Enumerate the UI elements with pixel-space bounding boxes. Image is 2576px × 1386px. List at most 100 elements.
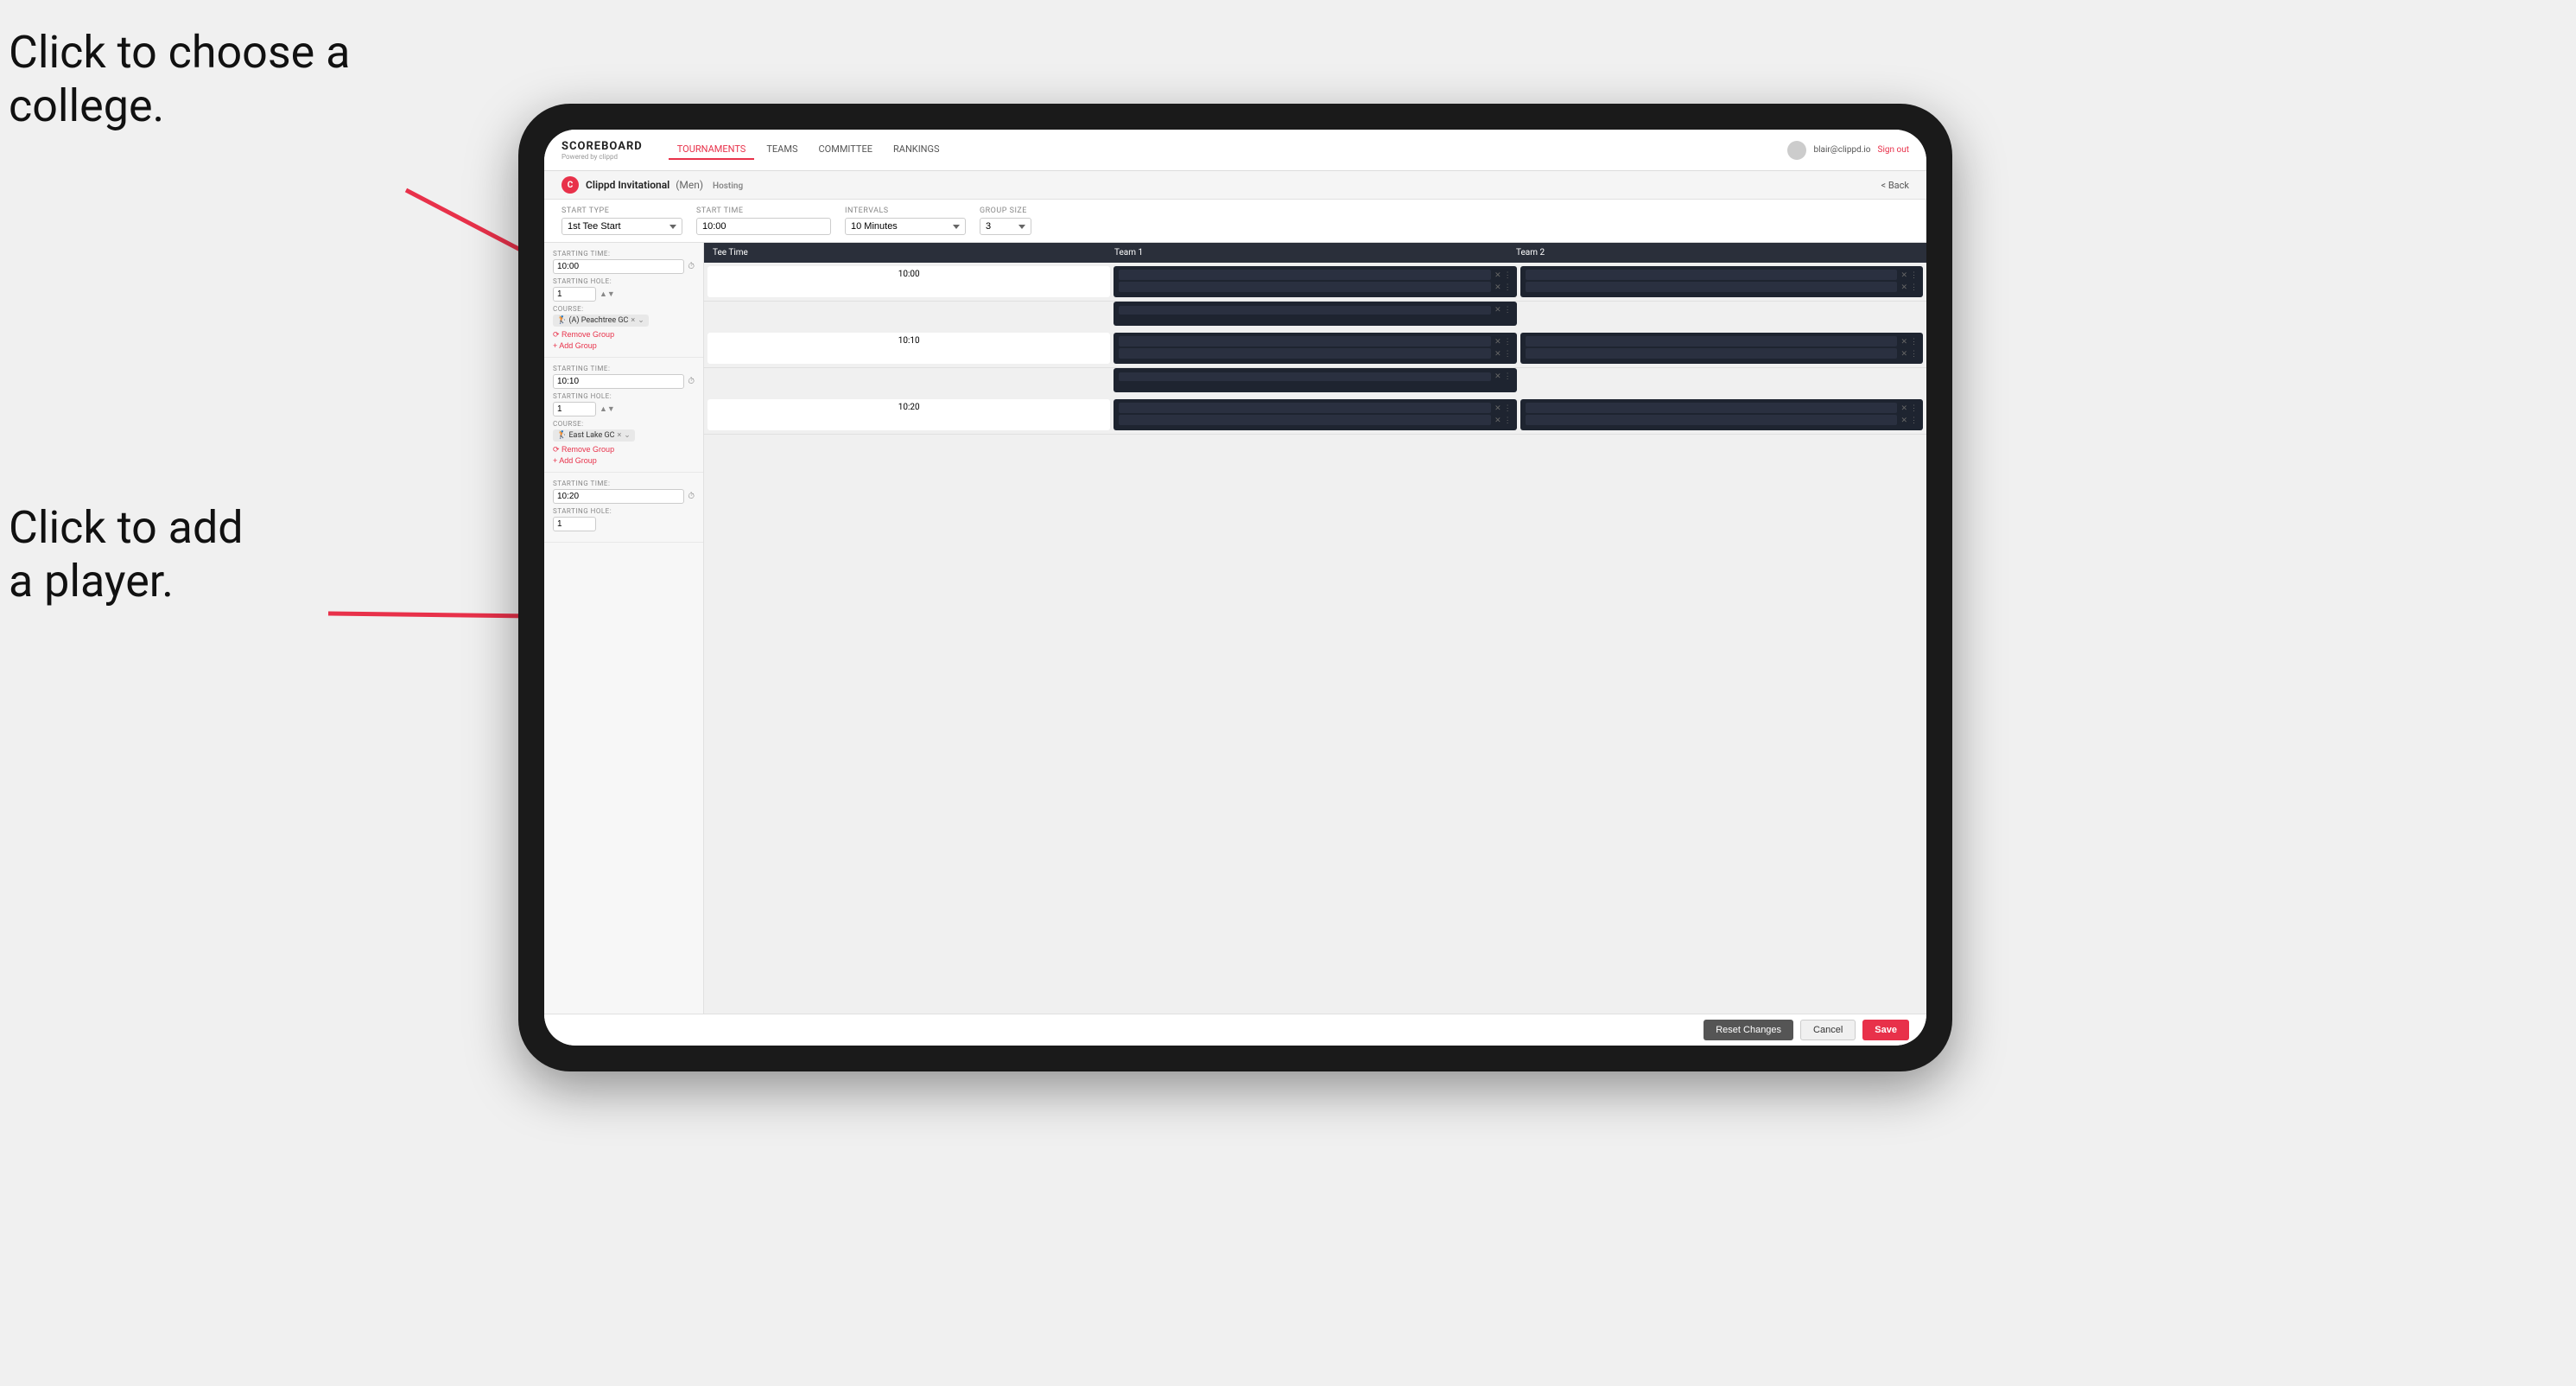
- team2-cell-3[interactable]: ✕ ⋮ ✕ ⋮: [1520, 399, 1923, 430]
- more-course-1[interactable]: ⋮: [1504, 305, 1512, 315]
- team2-cell-1[interactable]: ✕ ⋮ ✕ ⋮: [1520, 266, 1923, 297]
- player-slot-3c[interactable]: [1526, 403, 1898, 413]
- more-1b[interactable]: ⋮: [1504, 283, 1512, 292]
- tournament-name: Clippd Invitational (Men) Hosting: [586, 179, 743, 191]
- start-time-label: Start Time: [696, 207, 831, 215]
- team2-cell-2[interactable]: ✕ ⋮ ✕ ⋮: [1520, 333, 1923, 364]
- start-type-select[interactable]: 1st Tee Start Shotgun Start: [562, 218, 682, 235]
- edit-player-3d[interactable]: ✕: [1900, 416, 1907, 425]
- edit-player-3c[interactable]: ✕: [1900, 404, 1907, 413]
- more-1a[interactable]: ⋮: [1504, 270, 1512, 280]
- more-1d[interactable]: ⋮: [1910, 283, 1918, 292]
- edit-player-1d[interactable]: ✕: [1900, 283, 1907, 292]
- more-3c[interactable]: ⋮: [1910, 404, 1918, 413]
- nav-links: TOURNAMENTS TEAMS COMMITTEE RANKINGS: [669, 140, 1788, 160]
- more-2b[interactable]: ⋮: [1504, 349, 1512, 359]
- starting-time-input-2[interactable]: [553, 374, 684, 389]
- player-slot-3d[interactable]: [1526, 415, 1898, 425]
- starting-time-label-1: STARTING TIME:: [553, 250, 695, 257]
- more-3b[interactable]: ⋮: [1504, 416, 1512, 425]
- starting-time-input-1[interactable]: [553, 259, 684, 274]
- col-team2: Team 2: [1516, 248, 1918, 257]
- page-header: C Clippd Invitational (Men) Hosting < Ba…: [544, 171, 1926, 200]
- player-slot-1c[interactable]: [1526, 270, 1898, 280]
- schedule-group-1: STARTING TIME: ⏱ STARTING HOLE: ▲▼ COURS…: [544, 243, 703, 358]
- brand-title: SCOREBOARD: [562, 140, 643, 153]
- cancel-button[interactable]: Cancel: [1800, 1020, 1856, 1040]
- course-tag-2[interactable]: 🏌 East Lake GC × ⌄: [553, 429, 635, 442]
- sign-out-link[interactable]: Sign out: [1878, 145, 1909, 155]
- edit-player-1a[interactable]: ✕: [1494, 270, 1501, 280]
- course-expand-2[interactable]: ⌄: [624, 431, 631, 440]
- course-cell-1: ✕ ⋮: [1114, 302, 1516, 326]
- group-actions-1: ⟳ Remove Group + Add Group: [553, 330, 695, 350]
- player-slot-2c[interactable]: [1526, 336, 1898, 346]
- starting-hole-row-1: ▲▼: [553, 287, 695, 302]
- remove-course-1[interactable]: ×: [631, 316, 635, 325]
- tee-table-header: Tee Time Team 1 Team 2: [704, 243, 1926, 263]
- nav-teams[interactable]: TEAMS: [758, 140, 806, 160]
- edit-player-2c[interactable]: ✕: [1900, 337, 1907, 346]
- edit-player-1b[interactable]: ✕: [1494, 283, 1501, 292]
- add-group-btn-2[interactable]: + Add Group: [553, 456, 695, 465]
- more-3a[interactable]: ⋮: [1504, 404, 1512, 413]
- group-size-select[interactable]: 3 2 4: [980, 218, 1031, 235]
- starting-time-label-2: STARTING TIME:: [553, 365, 695, 372]
- time-icon-1: ⏱: [688, 262, 695, 271]
- starting-hole-label-2: STARTING HOLE:: [553, 392, 695, 400]
- player-slot-3a[interactable]: [1119, 403, 1491, 413]
- intervals-label: Intervals: [845, 207, 966, 215]
- remove-course-slot-1[interactable]: ✕: [1494, 305, 1501, 315]
- team1-cell-2[interactable]: ✕ ⋮ ✕ ⋮: [1114, 333, 1516, 364]
- player-slot-2a[interactable]: [1119, 336, 1491, 346]
- more-1c[interactable]: ⋮: [1910, 270, 1918, 280]
- player-slot-1b[interactable]: [1119, 282, 1491, 292]
- player-slot-3b[interactable]: [1119, 415, 1491, 425]
- edit-player-3b[interactable]: ✕: [1494, 416, 1501, 425]
- team1-cell-1[interactable]: ✕ ⋮ ✕ ⋮: [1114, 266, 1516, 297]
- intervals-select[interactable]: 10 Minutes 8 Minutes 12 Minutes: [845, 218, 966, 235]
- edit-player-3a[interactable]: ✕: [1494, 404, 1501, 413]
- remove-group-btn-2[interactable]: ⟳ Remove Group: [553, 445, 695, 455]
- edit-player-2d[interactable]: ✕: [1900, 349, 1907, 359]
- course-row-grid-1: ✕ ⋮: [704, 302, 1926, 329]
- player-slot-2b[interactable]: [1119, 348, 1491, 359]
- more-2d[interactable]: ⋮: [1910, 349, 1918, 359]
- start-type-label: Start Type: [562, 207, 682, 215]
- starting-hole-label-3: STARTING HOLE:: [553, 507, 695, 515]
- more-2c[interactable]: ⋮: [1910, 337, 1918, 346]
- remove-course-2[interactable]: ×: [617, 431, 621, 440]
- more-2a[interactable]: ⋮: [1504, 337, 1512, 346]
- team1-cell-3[interactable]: ✕ ⋮ ✕ ⋮: [1114, 399, 1516, 430]
- back-button[interactable]: < Back: [1881, 180, 1910, 191]
- more-3d[interactable]: ⋮: [1910, 416, 1918, 425]
- remove-course-slot-2[interactable]: ✕: [1494, 372, 1501, 381]
- nav-committee[interactable]: COMMITTEE: [809, 140, 881, 160]
- nav-tournaments[interactable]: TOURNAMENTS: [669, 140, 755, 160]
- nav-rankings[interactable]: RANKINGS: [885, 140, 949, 160]
- brand: SCOREBOARD Powered by clippd: [562, 140, 643, 161]
- bottom-bar: Reset Changes Cancel Save: [544, 1014, 1926, 1046]
- player-slot-1a[interactable]: [1119, 270, 1491, 280]
- remove-group-btn-1[interactable]: ⟳ Remove Group: [553, 330, 695, 340]
- player-slot-1d[interactable]: [1526, 282, 1898, 292]
- start-time-input[interactable]: [696, 218, 831, 235]
- player-slot-2d[interactable]: [1526, 348, 1898, 359]
- starting-time-input-3[interactable]: [553, 489, 684, 504]
- time-icon-3: ⏱: [688, 492, 695, 501]
- start-time-group: Start Time: [696, 207, 831, 235]
- save-button[interactable]: Save: [1862, 1020, 1909, 1040]
- course-slot-2: [1119, 372, 1491, 381]
- course-tag-1[interactable]: 🏌 (A) Peachtree GC × ⌄: [553, 315, 649, 327]
- edit-player-2b[interactable]: ✕: [1494, 349, 1501, 359]
- starting-hole-input-2[interactable]: [553, 402, 596, 416]
- starting-hole-input-1[interactable]: [553, 287, 596, 302]
- add-group-btn-1[interactable]: + Add Group: [553, 341, 695, 350]
- course-expand-1[interactable]: ⌄: [638, 316, 644, 325]
- starting-hole-input-3[interactable]: [553, 517, 596, 531]
- edit-player-2a[interactable]: ✕: [1494, 337, 1501, 346]
- more-course-2[interactable]: ⋮: [1504, 372, 1512, 381]
- tee-row-1: 10:00 ✕ ⋮ ✕: [704, 263, 1926, 302]
- edit-player-1c[interactable]: ✕: [1900, 270, 1907, 280]
- reset-button[interactable]: Reset Changes: [1704, 1020, 1793, 1040]
